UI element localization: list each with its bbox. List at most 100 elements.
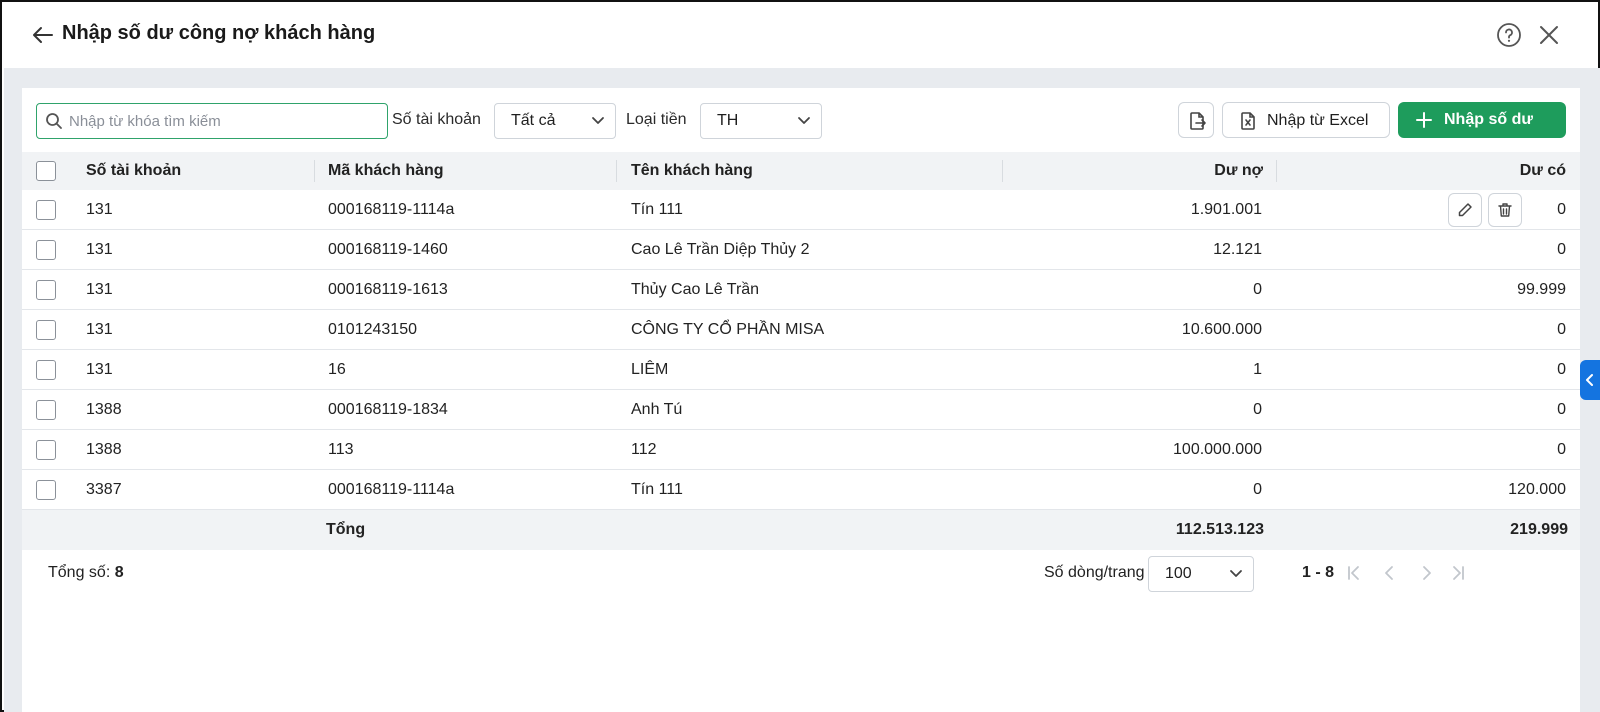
prev-page-icon [1385, 566, 1393, 580]
plus-icon [1416, 112, 1432, 128]
table-header: Số tài khoản Mã khách hàng Tên khách hàn… [22, 152, 1580, 190]
search-input[interactable] [69, 104, 381, 138]
cell-account: 3387 [86, 481, 122, 498]
cell-debit: 0 [1253, 481, 1262, 498]
footer-credit-total: 219.999 [1510, 521, 1568, 538]
column-separator[interactable] [1002, 160, 1003, 182]
cell-customer-name: 112 [631, 441, 657, 458]
back-button[interactable] [30, 22, 56, 48]
cell-debit: 100.000.000 [1173, 441, 1262, 458]
close-button[interactable] [1536, 22, 1562, 48]
cell-customer-name: CÔNG TY CỔ PHẦN MISA [631, 321, 825, 338]
table-row[interactable]: 3387 000168119-1114a Tín 111 0 120.000 [22, 470, 1580, 510]
next-page-icon [1423, 566, 1431, 580]
first-page-button[interactable] [1344, 563, 1364, 583]
total-count: Tổng số: 8 [48, 564, 124, 582]
account-select[interactable]: Tất cả [494, 103, 616, 139]
currency-select[interactable]: TH [700, 103, 822, 139]
dialog-header: Nhập số dư công nợ khách hàng [2, 2, 1598, 68]
row-checkbox[interactable] [36, 240, 56, 260]
cell-account: 131 [86, 201, 113, 218]
rows-per-page-label: Số dòng/trang [1044, 564, 1145, 581]
cell-customer-code: 16 [328, 361, 346, 378]
cell-account: 131 [86, 361, 113, 378]
cell-credit: 0 [1557, 401, 1566, 418]
search-icon [46, 113, 62, 129]
delete-row-button[interactable] [1488, 193, 1522, 227]
last-page-icon [1453, 566, 1464, 580]
import-excel-label: Nhập từ Excel [1267, 112, 1369, 129]
column-separator[interactable] [1276, 160, 1277, 182]
cell-customer-code: 000168119-1114a [328, 201, 455, 218]
table-row[interactable]: 131 000168119-1114a Tín 111 1.901.001 0 [22, 190, 1580, 230]
row-checkbox[interactable] [36, 200, 56, 220]
side-panel-toggle[interactable] [1580, 360, 1600, 400]
cell-debit: 0 [1253, 281, 1262, 298]
trash-icon [1498, 203, 1512, 217]
arrow-left-icon [33, 27, 53, 43]
row-checkbox[interactable] [36, 280, 56, 300]
table-row[interactable]: 131 000168119-1613 Thủy Cao Lê Trần 0 99… [22, 270, 1580, 310]
search-box[interactable] [36, 103, 388, 139]
edit-row-button[interactable] [1448, 193, 1482, 227]
column-separator[interactable] [314, 160, 315, 182]
first-page-icon [1348, 566, 1359, 580]
chevron-left-icon [1586, 374, 1593, 386]
cell-account: 1388 [86, 401, 122, 418]
row-checkbox[interactable] [36, 320, 56, 340]
import-excel-button[interactable]: Nhập từ Excel [1222, 102, 1390, 138]
page-range: 1 - 8 [1302, 564, 1335, 581]
table-row[interactable]: 1388 113 112 100.000.000 0 [22, 430, 1580, 470]
rows-per-page-select[interactable]: 100 [1148, 556, 1254, 592]
column-header-account[interactable]: Số tài khoản [86, 162, 181, 180]
cell-account: 131 [86, 321, 113, 338]
currency-filter-label: Loại tiền [626, 111, 687, 128]
chevron-down-icon [1230, 570, 1242, 577]
chevron-down-icon [592, 117, 604, 124]
column-header-customer-code[interactable]: Mã khách hàng [328, 162, 444, 180]
help-button[interactable] [1496, 22, 1522, 48]
currency-select-value: TH [717, 112, 739, 129]
pagination-bar: Tổng số: 8 Số dòng/trang 100 1 - 8 [22, 554, 1580, 594]
account-filter-label: Số tài khoản [392, 111, 481, 128]
column-header-credit[interactable]: Dư có [1520, 162, 1566, 180]
prev-page-button[interactable] [1380, 563, 1400, 583]
cell-debit: 10.600.000 [1181, 321, 1262, 338]
table-row[interactable]: 131 0101243150 CÔNG TY CỔ PHẦN MISA 10.6… [22, 310, 1580, 350]
account-select-value: Tất cả [511, 112, 556, 129]
total-count-label: Tổng số: [48, 564, 111, 581]
cell-credit: 0 [1557, 321, 1566, 338]
row-actions [1448, 193, 1528, 227]
total-count-value: 8 [114, 564, 124, 581]
footer-total-label: Tổng [326, 521, 366, 538]
cell-debit: 12.121 [1213, 241, 1262, 258]
cell-customer-code: 000168119-1834 [328, 401, 448, 418]
row-checkbox[interactable] [36, 360, 56, 380]
row-checkbox[interactable] [36, 400, 56, 420]
cell-customer-code: 000168119-1114a [328, 481, 455, 498]
cell-customer-name: LIÊM [631, 361, 669, 378]
cell-customer-name: Tín 111 [631, 201, 683, 218]
column-separator[interactable] [616, 160, 617, 182]
page-title: Nhập số dư công nợ khách hàng [62, 22, 376, 44]
select-all-checkbox[interactable] [36, 161, 56, 181]
cell-credit: 0 [1557, 241, 1566, 258]
column-header-customer-name[interactable]: Tên khách hàng [631, 162, 753, 180]
table-row[interactable]: 131 000168119-1460 Cao Lê Trần Diệp Thủy… [22, 230, 1580, 270]
row-checkbox[interactable] [36, 440, 56, 460]
dialog-window: Nhập số dư công nợ khách hàng Số tài kho… [0, 0, 1600, 712]
footer-debit-total: 112.513.123 [1175, 521, 1264, 538]
export-file-icon [1190, 112, 1206, 130]
export-button[interactable] [1178, 102, 1214, 138]
cell-credit: 0 [1557, 361, 1566, 378]
table-row[interactable]: 1388 000168119-1834 Anh Tú 0 0 [22, 390, 1580, 430]
cell-credit: 99.999 [1517, 281, 1566, 298]
excel-file-icon [1241, 112, 1255, 130]
last-page-button[interactable] [1448, 563, 1468, 583]
next-page-button[interactable] [1416, 563, 1436, 583]
row-checkbox[interactable] [36, 480, 56, 500]
column-header-debit[interactable]: Dư nợ [1214, 162, 1263, 180]
table-row[interactable]: 131 16 LIÊM 1 0 [22, 350, 1580, 390]
add-balance-button[interactable]: Nhập số dư [1398, 102, 1566, 138]
cell-customer-name: Cao Lê Trần Diệp Thủy 2 [631, 241, 810, 258]
